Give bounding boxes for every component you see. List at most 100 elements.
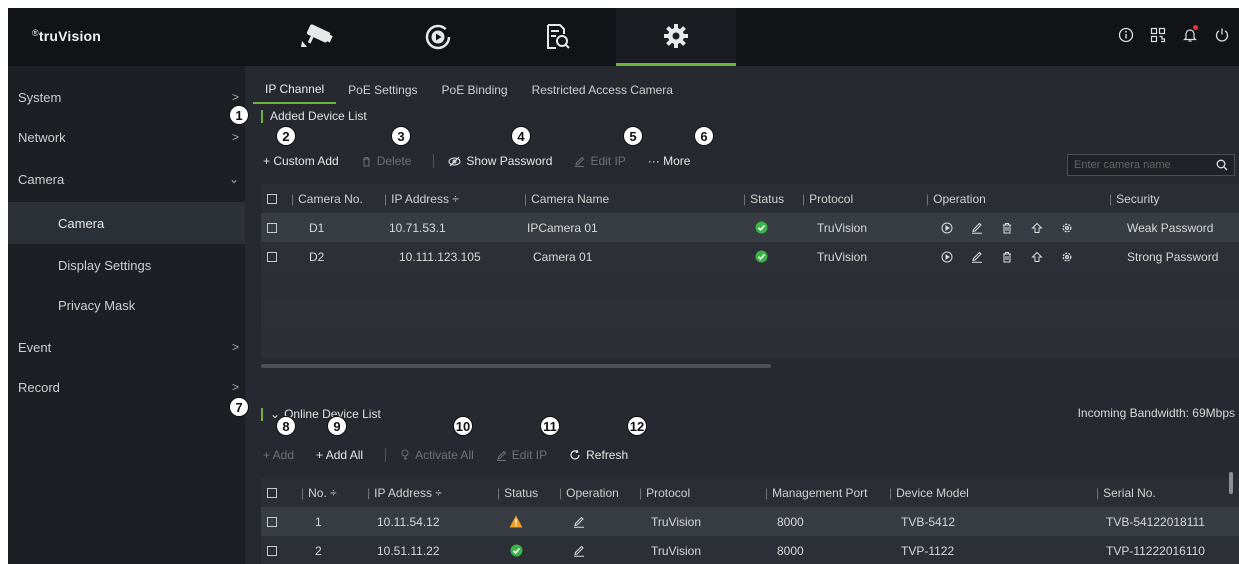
trash-icon[interactable] [1001, 251, 1013, 263]
callout-2: 2 [276, 126, 296, 146]
col-no[interactable]: | No. ÷ [301, 478, 337, 507]
sidebar-item-camera[interactable]: Camera ⌄ [8, 158, 245, 200]
chevron-right-icon: > [231, 90, 239, 104]
sidebar-subitem-display-settings[interactable]: Display Settings [8, 244, 245, 286]
protocol: TruVision [817, 249, 868, 264]
table-row[interactable]: 1 10.11.54.12 TruVision 8000 TVB-5412 TV… [261, 507, 1239, 536]
col-management-port: | Management Port [765, 485, 868, 500]
edit-ip-button[interactable]: Edit IP [574, 154, 626, 168]
callout-5: 5 [623, 126, 643, 146]
col-operation: | Operation [559, 485, 619, 500]
vertical-scrollbar[interactable] [1229, 472, 1233, 494]
camera-live-view-tab[interactable] [258, 8, 378, 66]
custom-add-button[interactable]: + Custom Add [263, 154, 339, 168]
sidebar-subitem-camera[interactable]: Camera [8, 202, 245, 244]
protocol: TruVision [651, 543, 702, 558]
refresh-button[interactable]: Refresh [569, 448, 628, 462]
status-ok-icon [510, 536, 523, 564]
qr-code-icon[interactable] [1149, 26, 1167, 44]
security-camera-icon [301, 24, 333, 47]
info-icon[interactable] [1117, 26, 1135, 44]
upgrade-arrow-icon[interactable] [1031, 251, 1043, 263]
sidebar-item-record[interactable]: Record > [8, 366, 245, 408]
pencil-icon [496, 450, 506, 461]
empty-row [261, 329, 1239, 358]
status-warning-icon [509, 507, 523, 536]
edit-ip-button[interactable]: Edit IP [496, 448, 547, 462]
col-ip-address[interactable]: | IP Address ÷ [384, 184, 459, 213]
add-all-button[interactable]: + Add All [316, 448, 363, 462]
col-ip-address[interactable]: | IP Address ÷ [367, 478, 442, 507]
management-port: 8000 [777, 543, 804, 558]
callout-9: 9 [327, 416, 347, 436]
security-level: Weak Password [1127, 220, 1214, 235]
power-icon[interactable] [1213, 26, 1231, 44]
trash-icon[interactable] [1001, 222, 1013, 234]
sidebar-subitem-privacy-mask[interactable]: Privacy Mask [8, 284, 245, 326]
file-search-icon [547, 24, 570, 49]
subtab-bar: IP Channel PoE Settings PoE Binding Rest… [253, 76, 685, 104]
camera-search-input[interactable] [1074, 159, 1204, 171]
play-icon[interactable] [941, 222, 953, 234]
empty-row [261, 300, 1239, 329]
select-all-checkbox[interactable] [267, 193, 277, 204]
row-checkbox[interactable] [267, 251, 277, 262]
status-ok-icon [755, 242, 768, 271]
show-password-button[interactable]: Show Password [448, 154, 552, 168]
callout-11: 11 [540, 416, 560, 436]
play-icon[interactable] [941, 251, 953, 263]
table-row[interactable]: D1 10.71.53.1 IPCamera 01 TruVision Weak… [261, 213, 1239, 242]
notification-dot [1193, 25, 1198, 30]
row-checkbox[interactable] [267, 516, 277, 527]
search-icon[interactable] [1216, 159, 1228, 171]
serial-no: TVB-54122018111 [1106, 514, 1205, 529]
ip-address: 10.11.54.12 [377, 514, 440, 529]
table-row[interactable]: 2 10.51.11.22 TruVision 8000 TVP-1122 TV… [261, 536, 1239, 564]
delete-button[interactable]: Delete [361, 154, 411, 168]
search-tab[interactable] [498, 8, 618, 66]
select-all-checkbox[interactable] [267, 487, 277, 498]
sidebar-item-network[interactable]: Network > [8, 116, 245, 158]
table-header-row: | Camera No. | IP Address ÷ | Camera Name |… [261, 184, 1239, 213]
add-button[interactable]: + Add [263, 448, 294, 462]
upgrade-arrow-icon[interactable] [1031, 222, 1043, 234]
activate-all-button[interactable]: Activate All [400, 448, 474, 462]
row-checkbox[interactable] [267, 222, 277, 233]
device-model: TVB-5412 [901, 514, 956, 529]
edit-pencil-icon[interactable] [573, 507, 585, 536]
bell-icon[interactable] [1181, 25, 1199, 44]
row-checkbox[interactable] [267, 545, 277, 556]
added-device-list-title: Added Device List [261, 110, 367, 123]
gear-icon [664, 23, 688, 48]
pencil-icon[interactable] [971, 222, 983, 234]
gear-icon[interactable] [1061, 222, 1073, 234]
tab-restricted-access-camera[interactable]: Restricted Access Camera [520, 76, 685, 104]
ip-address: 10.111.123.105 [399, 249, 481, 264]
device-model: TVP-1122 [901, 543, 955, 558]
camera-name: IPCamera 01 [527, 220, 598, 235]
ip-address: 10.71.53.1 [389, 220, 446, 235]
col-camera-no[interactable]: | Camera No. [291, 184, 363, 213]
table-header-row: | No. ÷ | IP Address ÷ | Status | Operation … [261, 478, 1239, 507]
sidebar-item-event[interactable]: Event > [8, 326, 245, 368]
edit-pencil-icon[interactable] [573, 536, 585, 564]
horizontal-scrollbar[interactable] [261, 364, 771, 368]
more-button[interactable]: ··· More [648, 154, 691, 168]
pencil-icon[interactable] [971, 251, 983, 263]
tab-ip-channel[interactable]: IP Channel [253, 76, 337, 104]
callout-6: 6 [694, 126, 714, 146]
sidebar-item-system[interactable]: System > [8, 76, 245, 118]
tab-poe-settings[interactable]: PoE Settings [336, 76, 429, 104]
col-protocol: | Protocol [639, 485, 691, 500]
top-right-icons [1117, 25, 1231, 44]
table-row[interactable]: D2 10.111.123.105 Camera 01 TruVision St… [261, 242, 1239, 271]
tab-poe-binding[interactable]: PoE Binding [430, 76, 520, 104]
col-serial-no: | Serial No. [1096, 485, 1156, 500]
col-protocol: | Protocol [802, 191, 854, 206]
status-ok-icon [755, 213, 768, 242]
added-device-toolbar: + Custom Add Delete Show Password Edit I… [263, 154, 712, 168]
playback-tab[interactable] [378, 8, 498, 66]
gear-icon[interactable] [1061, 251, 1073, 263]
settings-tab[interactable] [616, 8, 736, 66]
trash-icon [362, 156, 370, 166]
